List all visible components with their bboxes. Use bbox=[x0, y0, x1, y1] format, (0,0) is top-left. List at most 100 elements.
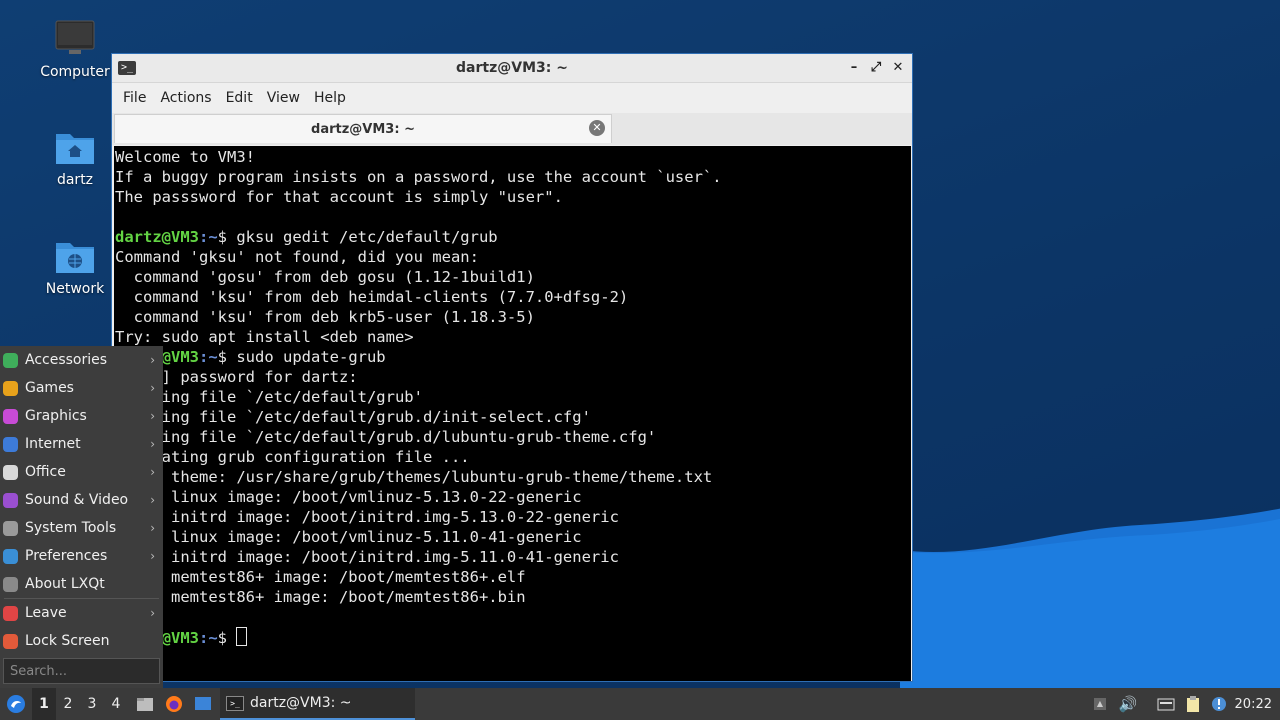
menu-item-label: Sound & Video bbox=[25, 492, 129, 508]
games-icon bbox=[3, 380, 18, 396]
line-text: Generating grub configuration file ... bbox=[115, 448, 470, 466]
clock[interactable]: 20:22 bbox=[1235, 688, 1272, 720]
menu-item-leave[interactable]: Leave › bbox=[0, 599, 163, 627]
chevron-right-icon: › bbox=[150, 606, 155, 620]
terminal-line: command 'ksu' from deb krb5-user (1.18.3… bbox=[114, 307, 911, 327]
tab-close-icon[interactable]: ✕ bbox=[589, 120, 605, 136]
desktop-icon-home[interactable]: dartz bbox=[35, 128, 115, 188]
task-title: dartz@VM3: ~ bbox=[250, 695, 352, 711]
tray-expand-button[interactable]: ▲ bbox=[1091, 688, 1109, 720]
line-text: Welcome to VM3! bbox=[115, 148, 255, 166]
menu-item-sound-video[interactable]: Sound & Video › bbox=[0, 486, 163, 514]
menu-item-lock-screen[interactable]: Lock Screen bbox=[0, 627, 163, 655]
line-text: Found initrd image: /boot/initrd.img-5.1… bbox=[115, 508, 619, 526]
chevron-right-icon: › bbox=[150, 381, 155, 395]
prompt-path: :~ bbox=[199, 629, 218, 647]
taskbar-task-terminal[interactable]: >_ dartz@VM3: ~ bbox=[220, 688, 415, 720]
window-title: dartz@VM3: ~ bbox=[456, 60, 568, 76]
menu-item-graphics[interactable]: Graphics › bbox=[0, 402, 163, 430]
terminal-line: Found memtest86+ image: /boot/memtest86+… bbox=[114, 587, 911, 607]
desktop-icon-network[interactable]: Network bbox=[35, 237, 115, 297]
menu-item-accessories[interactable]: Accessories › bbox=[0, 346, 163, 374]
menu-item-games[interactable]: Games › bbox=[0, 374, 163, 402]
menu-item-preferences[interactable]: Preferences › bbox=[0, 542, 163, 570]
menu-item-internet[interactable]: Internet › bbox=[0, 430, 163, 458]
desktop-icon-label: Computer bbox=[40, 64, 110, 80]
terminal-line: Found linux image: /boot/vmlinuz-5.13.0-… bbox=[114, 487, 911, 507]
terminal-line: command 'gosu' from deb gosu (1.12-1buil… bbox=[114, 267, 911, 287]
system-tools-icon bbox=[3, 520, 18, 536]
desktop-icon-label: Network bbox=[45, 281, 105, 297]
chevron-right-icon: › bbox=[150, 353, 155, 367]
workspace-1[interactable]: 1 bbox=[32, 688, 56, 720]
lock-icon bbox=[3, 633, 18, 649]
line-text: $ bbox=[217, 629, 237, 647]
menu-item-office[interactable]: Office › bbox=[0, 458, 163, 486]
menu-item-system-tools[interactable]: System Tools › bbox=[0, 514, 163, 542]
menu-item-label: About LXQt bbox=[25, 576, 105, 592]
line-text: Found initrd image: /boot/initrd.img-5.1… bbox=[115, 548, 619, 566]
tab-title: dartz@VM3: ~ bbox=[311, 121, 415, 137]
menu-help[interactable]: Help bbox=[307, 90, 353, 106]
line-text: Found memtest86+ image: /boot/memtest86+… bbox=[115, 568, 526, 586]
volume-control[interactable]: 🔊 bbox=[1117, 688, 1139, 720]
maximize-button[interactable]: ⤢ bbox=[868, 60, 884, 76]
menu-edit[interactable]: Edit bbox=[219, 90, 260, 106]
line-text: $ sudo update-grub bbox=[217, 348, 386, 366]
terminal-line: If a buggy program insists on a password… bbox=[114, 167, 911, 187]
menu-actions[interactable]: Actions bbox=[153, 90, 218, 106]
about-icon bbox=[3, 576, 18, 592]
close-button[interactable]: ✕ bbox=[890, 60, 906, 76]
menu-item-label: Preferences bbox=[25, 548, 108, 564]
tab-bar: dartz@VM3: ~ ✕ bbox=[112, 113, 912, 145]
lubuntu-logo-icon bbox=[7, 695, 25, 713]
menu-file[interactable]: File bbox=[116, 90, 153, 106]
workspace-3[interactable]: 3 bbox=[80, 688, 104, 720]
terminal-line: dartz@VM3:~$ bbox=[114, 627, 911, 647]
update-notification-icon bbox=[1212, 697, 1226, 711]
update-notifier[interactable] bbox=[1208, 688, 1230, 720]
line-text: command 'ksu' from deb heimdal-clients (… bbox=[115, 288, 629, 306]
menu-item-about-lxqt[interactable]: About LXQt bbox=[0, 570, 163, 598]
line-text: The passsword for that account is simply… bbox=[115, 188, 563, 206]
menu-view[interactable]: View bbox=[260, 90, 307, 106]
main-menu-button[interactable] bbox=[4, 688, 28, 720]
terminal-output[interactable]: Welcome to VM3! If a buggy program insist… bbox=[114, 146, 911, 681]
firefox-icon bbox=[166, 696, 182, 712]
line-text: Sourcing file `/etc/default/grub.d/init-… bbox=[115, 408, 591, 426]
menu-item-label: Games bbox=[25, 380, 74, 396]
internet-icon bbox=[3, 436, 18, 452]
keyboard-indicator[interactable] bbox=[1155, 688, 1177, 720]
chevron-right-icon: › bbox=[150, 521, 155, 535]
home-folder-icon bbox=[56, 134, 94, 164]
terminal-line: done bbox=[114, 607, 911, 627]
show-desktop-launcher[interactable] bbox=[192, 688, 214, 720]
firefox-launcher[interactable] bbox=[163, 688, 185, 720]
computer-icon bbox=[55, 20, 95, 54]
workspace-2[interactable]: 2 bbox=[56, 688, 80, 720]
menu-search-input[interactable]: Search... bbox=[3, 658, 160, 684]
menu-item-label: Leave bbox=[25, 605, 67, 621]
file-manager-launcher[interactable] bbox=[134, 688, 156, 720]
menu-item-label: Internet bbox=[25, 436, 81, 452]
minimize-button[interactable]: – bbox=[846, 60, 862, 76]
line-text: $ gksu gedit /etc/default/grub bbox=[217, 228, 498, 246]
clipboard-icon bbox=[1187, 696, 1199, 712]
terminal-line: Sourcing file `/etc/default/grub' bbox=[114, 387, 911, 407]
terminal-line: Sourcing file `/etc/default/grub.d/init-… bbox=[114, 407, 911, 427]
desktop-icon-label: dartz bbox=[56, 172, 94, 188]
terminal-tab[interactable]: dartz@VM3: ~ ✕ bbox=[114, 114, 612, 143]
line-text: Command 'gksu' not found, did you mean: bbox=[115, 248, 479, 266]
clipboard-indicator[interactable] bbox=[1182, 688, 1204, 720]
terminal-line: dartz@VM3:~$ sudo update-grub bbox=[114, 347, 911, 367]
volume-icon: 🔊 bbox=[1118, 695, 1138, 713]
menu-item-label: Office bbox=[25, 464, 66, 480]
workspace-4[interactable]: 4 bbox=[104, 688, 128, 720]
accessories-icon bbox=[3, 352, 18, 368]
desktop-icon bbox=[195, 697, 211, 710]
window-titlebar[interactable]: >_ dartz@VM3: ~ – ⤢ ✕ bbox=[112, 54, 912, 83]
terminal-line: The passsword for that account is simply… bbox=[114, 187, 911, 207]
chevron-right-icon: › bbox=[150, 437, 155, 451]
desktop-icon-computer[interactable]: Computer bbox=[35, 20, 115, 80]
application-menu: Accessories › Games › Graphics › Internet › Offi… bbox=[0, 346, 163, 688]
